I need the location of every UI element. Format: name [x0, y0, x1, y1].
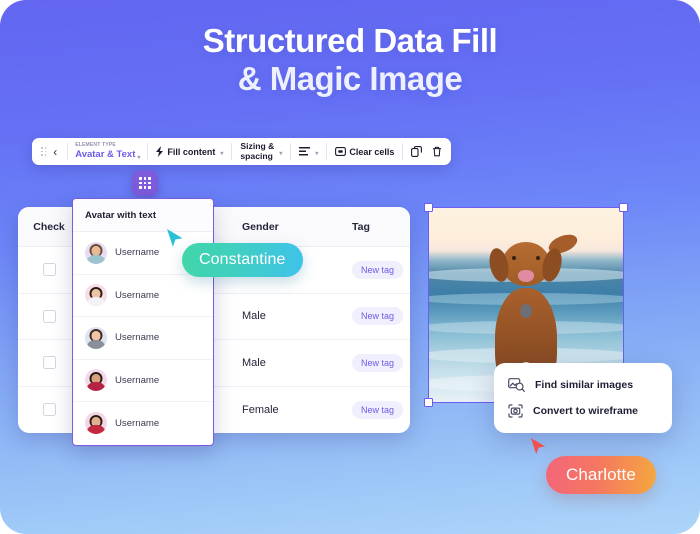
gender-value: Male — [242, 310, 266, 323]
collaborator-label-charlotte: Charlotte — [546, 456, 656, 494]
convert-to-wireframe-icon — [508, 404, 523, 418]
title-line-1: Structured Data Fill — [202, 22, 498, 59]
title-line-2: & Magic Image — [237, 59, 463, 97]
toolbar-divider — [402, 143, 404, 160]
page-title: Structured Data Fill & Magic Image — [0, 22, 700, 97]
grid-dots-button[interactable] — [132, 170, 158, 196]
dog-mouth — [518, 270, 534, 282]
row-tag-cell[interactable]: New tag — [338, 247, 410, 293]
row-gender-cell[interactable]: Male — [228, 294, 338, 340]
avatar-list-item[interactable]: Username — [73, 402, 213, 445]
sizing-line-2: spacing — [240, 150, 273, 161]
duplicate-icon — [411, 146, 423, 157]
poster-canvas: Structured Data Fill & Magic Image ‹ ELE… — [0, 0, 700, 534]
element-type-selector[interactable]: ELEMENT TYPE Avatar & Text ▾ — [71, 143, 144, 161]
row-checkbox-cell[interactable] — [18, 340, 80, 386]
avatar-list-item[interactable]: Username — [73, 360, 213, 402]
image-context-menu[interactable]: Find similar images Convert to wireframe — [494, 363, 672, 433]
chevron-down-icon: ▾ — [315, 151, 319, 157]
avatar-username: Username — [115, 417, 160, 429]
gender-value: Male — [242, 356, 266, 369]
collaborator-label-constantine: Constantine — [182, 243, 303, 277]
dog-eye-right — [536, 256, 540, 260]
avatar-username: Username — [115, 332, 160, 344]
toolbar-divider — [231, 143, 233, 160]
resize-handle-bottom-left[interactable] — [424, 398, 433, 407]
avatar — [85, 369, 107, 392]
duplicate-button[interactable] — [406, 141, 427, 163]
grid-dots-icon — [139, 177, 151, 189]
avatar — [85, 241, 107, 264]
element-type-value: Avatar & Text ▾ — [75, 148, 141, 161]
fill-content-button[interactable]: Fill content ▾ — [151, 141, 228, 163]
gender-value: Female — [242, 403, 279, 416]
avatar — [85, 412, 107, 435]
avatar-username: Username — [115, 374, 160, 386]
new-tag-chip[interactable]: New tag — [352, 400, 404, 419]
column-header-check: Check — [33, 220, 65, 233]
column-header-tag: Tag — [352, 220, 370, 233]
new-tag-chip[interactable]: New tag — [352, 260, 404, 279]
new-tag-chip[interactable]: New tag — [352, 353, 404, 372]
row-checkbox-cell[interactable] — [18, 294, 80, 340]
toolbar-divider — [147, 143, 149, 160]
row-gender-cell[interactable]: Male — [228, 340, 338, 386]
avatar-body — [86, 425, 106, 435]
avatar-body — [86, 297, 106, 307]
clear-cell-icon — [335, 147, 347, 156]
avatar-panel-header: Avatar with text — [73, 199, 213, 232]
dog-collar-tag — [520, 304, 532, 318]
row-checkbox-cell[interactable] — [18, 247, 80, 293]
toolbar-divider — [326, 143, 328, 160]
sizing-spacing-button[interactable]: Sizing & spacing ▾ — [235, 141, 287, 163]
text-align-icon — [299, 147, 311, 156]
delete-button[interactable] — [427, 141, 447, 163]
row-checkbox-cell[interactable] — [18, 387, 80, 434]
new-tag-chip[interactable]: New tag — [352, 307, 404, 326]
menu-item-convert-to-wireframe[interactable]: Convert to wireframe — [494, 398, 672, 424]
toolbar-divider — [67, 143, 69, 160]
avatar — [85, 284, 107, 307]
resize-handle-top-right[interactable] — [619, 203, 628, 212]
fill-content-label: Fill content — [167, 146, 216, 157]
dog-eye-left — [512, 256, 516, 260]
avatar-with-text-panel[interactable]: Avatar with text Username Username Usernam… — [72, 198, 214, 446]
align-button[interactable]: ▾ — [294, 141, 323, 163]
menu-item-label: Convert to wireframe — [533, 405, 639, 417]
menu-item-find-similar-images[interactable]: Find similar images — [494, 372, 672, 398]
row-checkbox[interactable] — [42, 356, 56, 370]
avatar-body — [86, 254, 106, 264]
row-tag-cell[interactable]: New tag — [338, 294, 410, 340]
chevron-down-icon: ▾ — [137, 154, 141, 161]
row-tag-cell[interactable]: New tag — [338, 340, 410, 386]
avatar-list-item[interactable]: Username — [73, 317, 213, 360]
lightning-bolt-icon — [156, 146, 164, 157]
row-tag-cell[interactable]: New tag — [338, 387, 410, 434]
toolbar-divider — [290, 143, 292, 160]
avatar-username: Username — [115, 289, 160, 301]
editor-toolbar[interactable]: ‹ ELEMENT TYPE Avatar & Text ▾ Fill conte… — [32, 138, 452, 165]
avatar — [85, 326, 107, 349]
clear-cells-button[interactable]: Clear cells — [330, 141, 399, 163]
resize-handle-top-left[interactable] — [424, 203, 433, 212]
row-checkbox[interactable] — [42, 263, 56, 277]
cursor-arrow-red — [530, 437, 548, 462]
clear-cells-label: Clear cells — [349, 146, 395, 157]
find-similar-images-icon — [508, 378, 525, 392]
drag-grip-icon[interactable] — [36, 147, 50, 156]
avatar-username: Username — [115, 247, 160, 259]
column-header-gender: Gender — [242, 220, 279, 233]
row-checkbox[interactable] — [42, 309, 56, 323]
chevron-left-icon[interactable]: ‹ — [50, 146, 64, 158]
avatar-body — [86, 339, 106, 349]
row-checkbox[interactable] — [42, 403, 56, 417]
row-gender-cell[interactable]: Female — [228, 387, 338, 434]
avatar-body — [86, 382, 106, 392]
chevron-down-icon: ▾ — [279, 151, 283, 157]
avatar-list-item[interactable]: Username — [73, 275, 213, 317]
menu-item-label: Find similar images — [535, 379, 634, 391]
trash-icon — [433, 146, 442, 157]
chevron-down-icon: ▾ — [220, 151, 224, 157]
